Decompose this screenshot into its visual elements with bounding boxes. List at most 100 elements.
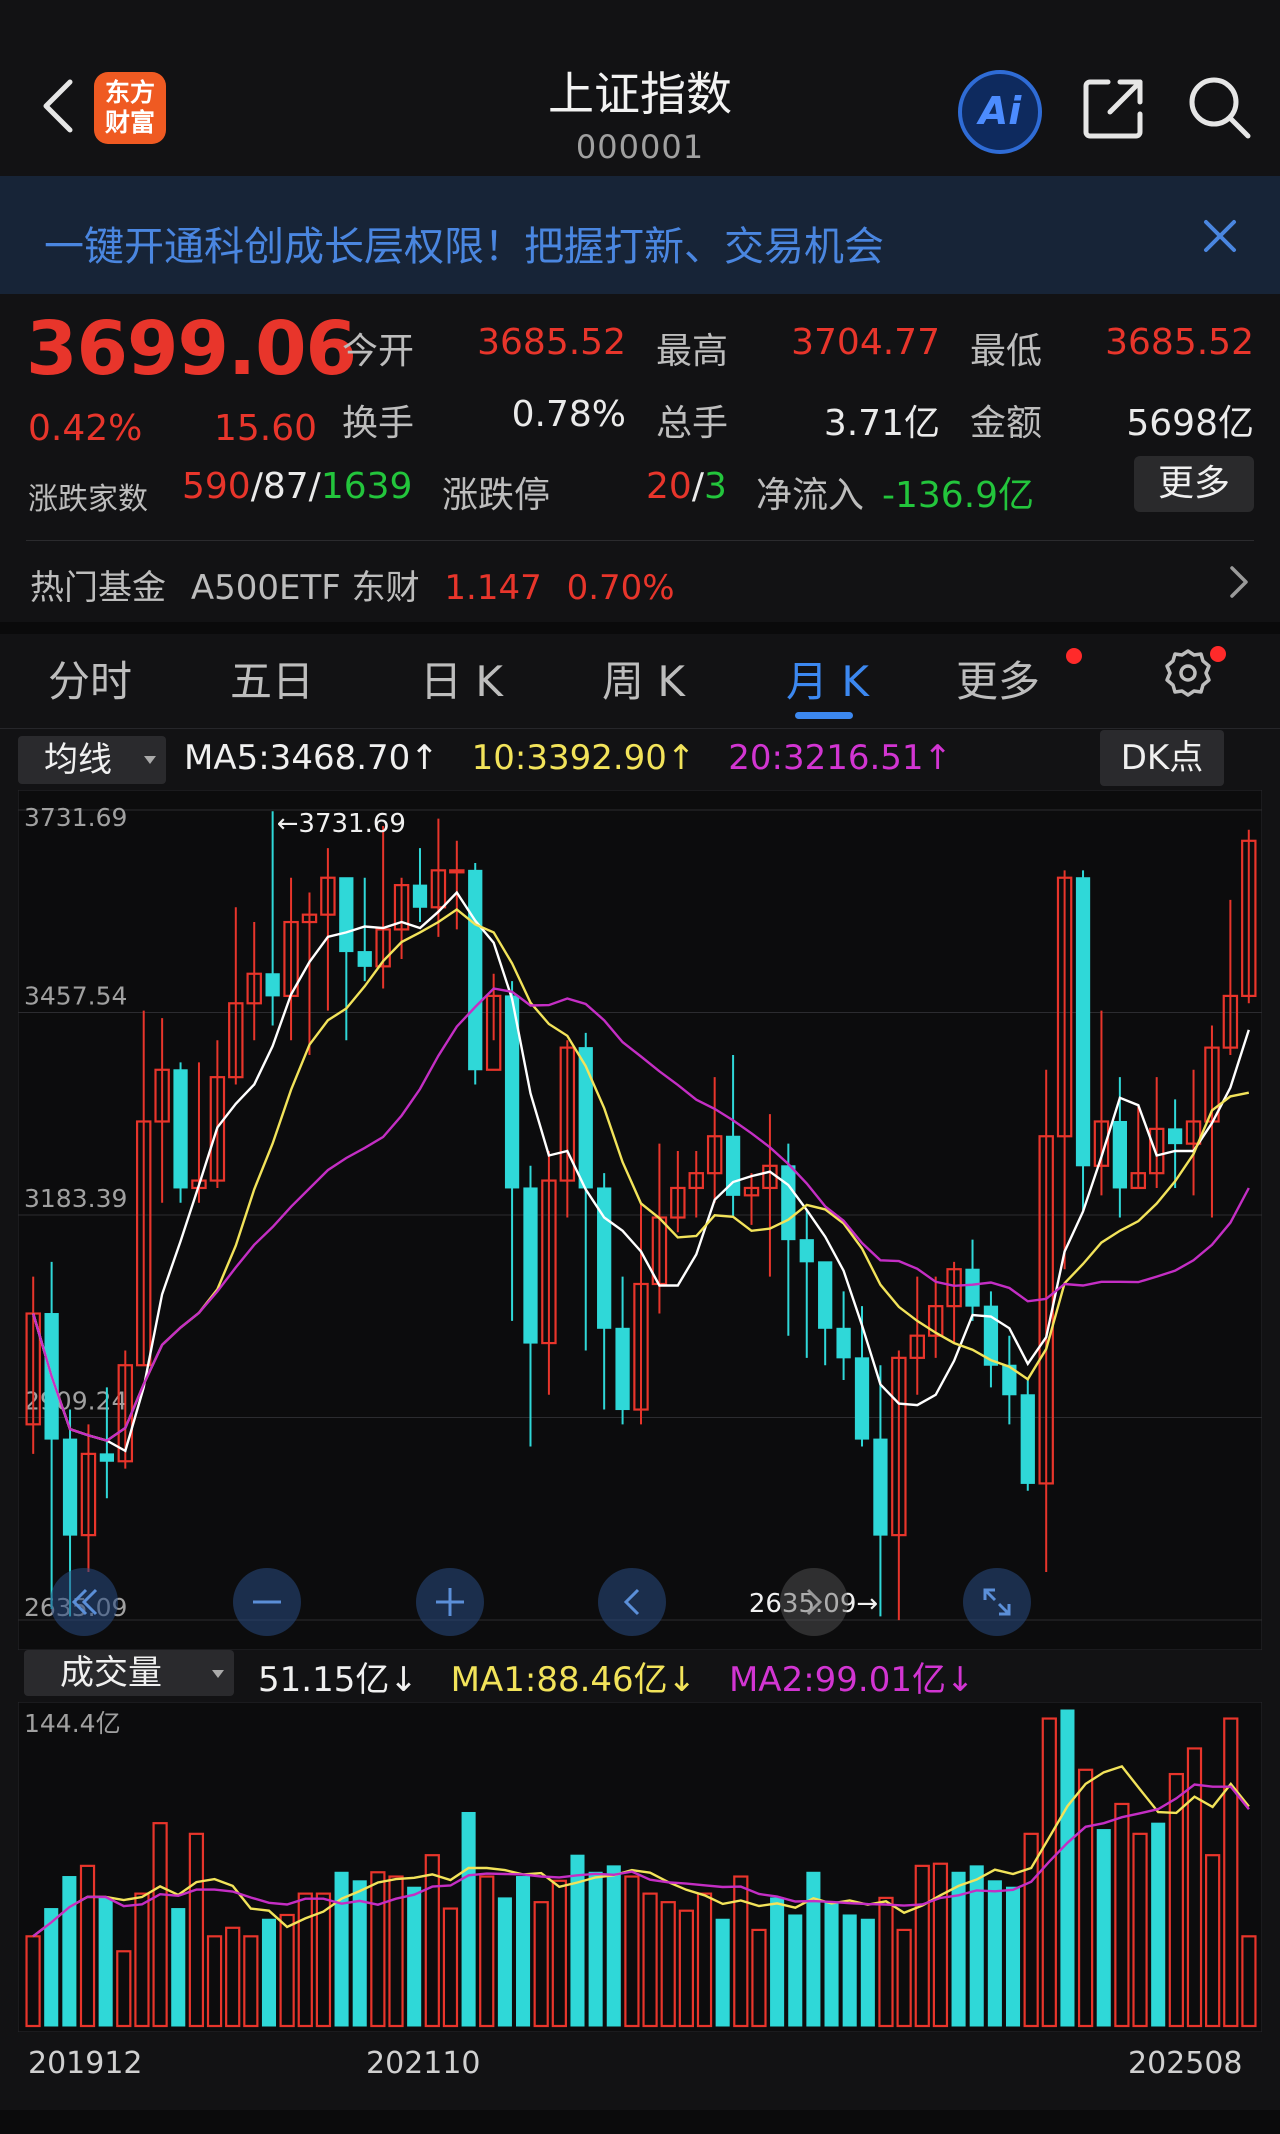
amount-label: 金额	[970, 403, 1043, 444]
high-value: 3704.77	[791, 322, 940, 363]
tab-more[interactable]: 更多	[956, 648, 1040, 709]
volume-label: 总手	[656, 403, 729, 444]
adv-dec-label: 涨跌家数	[28, 482, 148, 517]
bottom-bar	[0, 2110, 1280, 2134]
decline-count: 1639	[320, 466, 413, 507]
max-price-label: ←3731.69	[277, 809, 406, 839]
tab-weekly-k[interactable]: 周 K	[602, 648, 685, 709]
ma20-value: 20:3216.51↑	[728, 738, 953, 778]
tab-daily-k[interactable]: 日 K	[420, 648, 503, 709]
zoom-out-button[interactable]	[233, 1568, 301, 1636]
hot-fund-pct: 0.70%	[566, 568, 675, 608]
candle-body	[449, 869, 465, 874]
app-logo[interactable]: 东方 财富	[94, 72, 166, 144]
tab-monthly-k[interactable]: 月 K	[786, 648, 869, 709]
limit-label: 涨跌停	[442, 475, 551, 516]
volume-current: 51.15亿↓	[258, 1660, 418, 1700]
ma10-value: 10:3392.90↑	[471, 738, 696, 778]
candlestick-chart[interactable]: 3731.693457.543183.392909.242635.09←3731…	[18, 790, 1262, 1650]
ai-icon[interactable]: Ai	[958, 70, 1042, 154]
volume-max-label: 144.4亿	[24, 1709, 121, 1738]
volume-bar	[1096, 1829, 1111, 2027]
volume-bar	[788, 1914, 803, 2027]
candle-body	[265, 973, 280, 997]
notification-dot	[1210, 646, 1226, 662]
y-axis-tick-label: 3457.54	[24, 982, 127, 1011]
candle-body	[62, 1438, 78, 1536]
separator: /	[308, 466, 321, 507]
chevron-down-icon	[144, 756, 156, 764]
flat-count: 87	[262, 466, 309, 507]
candle-body	[99, 1453, 115, 1462]
candle-body	[173, 1069, 188, 1189]
scroll-right-button[interactable]	[780, 1568, 848, 1636]
promo-banner-text[interactable]: 一键开通科创成长层权限！把握打新、交易机会	[44, 214, 884, 272]
more-button[interactable]: 更多	[1134, 456, 1254, 512]
candle-body	[1112, 1120, 1127, 1189]
volume-bar	[842, 1914, 857, 2027]
candle-body	[339, 877, 354, 953]
volume-bar	[987, 1880, 1002, 2027]
amount-value: 5698亿	[1126, 403, 1254, 444]
candle-body	[818, 1261, 833, 1329]
dk-point-button[interactable]: DK点	[1100, 730, 1224, 786]
fullscreen-button[interactable]	[963, 1568, 1031, 1636]
candle-body	[468, 869, 483, 1071]
candle-body	[412, 884, 428, 908]
limit-down-count: 3	[703, 466, 727, 507]
limit-counts: 20/3	[646, 466, 727, 507]
scroll-left-end-button[interactable]	[50, 1568, 118, 1636]
active-tab-indicator	[795, 712, 853, 719]
hot-fund-label: 热门基金	[30, 568, 166, 608]
tab-intraday[interactable]: 分时	[48, 648, 132, 709]
hot-fund-row[interactable]: 热门基金 A500ETF 东财 1.147 0.70%	[30, 560, 675, 609]
chevron-right-icon	[806, 1588, 823, 1616]
candle-body	[1075, 877, 1091, 1167]
section-separator	[0, 622, 1280, 634]
volume-background	[18, 1702, 1262, 2032]
volume-bar	[171, 1908, 186, 2027]
candle-body	[965, 1268, 980, 1307]
indicator-select[interactable]: 均线	[18, 736, 166, 784]
volume-ma2: MA2:99.01亿↓	[728, 1660, 975, 1700]
volume-bar	[62, 1876, 77, 2027]
volume-select-label: 成交量	[60, 1653, 162, 1693]
open-value: 3685.52	[477, 322, 626, 363]
advance-count: 590	[182, 466, 251, 507]
volume-value: 3.71亿	[823, 403, 940, 444]
x-axis-label-start: 201912	[28, 2046, 143, 2081]
volume-bar	[1005, 1886, 1021, 2027]
share-icon[interactable]	[1082, 76, 1146, 140]
chevron-right-icon[interactable]	[1224, 562, 1254, 602]
volume-indicator-select[interactable]: 成交量	[24, 1650, 234, 1696]
volume-bar	[516, 1876, 531, 2027]
search-icon[interactable]	[1186, 74, 1252, 140]
volume-values: 51.15亿↓ MA1:88.46亿↓ MA2:99.01亿↓	[258, 1652, 974, 1701]
tab-five-day[interactable]: 五日	[230, 648, 314, 709]
candle-body	[836, 1327, 851, 1359]
separator: /	[250, 466, 263, 507]
volume-chart[interactable]: 144.4亿	[18, 1702, 1262, 2032]
volume-bar	[1060, 1709, 1075, 2027]
candle-body	[615, 1327, 630, 1411]
volume-bar	[461, 1811, 476, 2027]
back-arrow-icon[interactable]	[40, 78, 76, 134]
hot-fund-price: 1.147	[444, 568, 542, 608]
close-icon[interactable]	[1200, 216, 1240, 256]
volume-bar	[1151, 1822, 1166, 2027]
y-axis-tick-label: 3183.39	[24, 1184, 127, 1213]
minus-icon	[253, 1600, 281, 1604]
volume-bar	[261, 1918, 277, 2027]
adv-dec-counts: 590/87/1639	[182, 466, 412, 507]
volume-ma1: MA1:88.46亿↓	[450, 1660, 697, 1700]
candle-body	[1167, 1128, 1183, 1145]
volume-bar	[860, 1918, 875, 2027]
zoom-in-button[interactable]	[416, 1568, 484, 1636]
high-label: 最高	[656, 331, 729, 372]
turnover-label: 换手	[342, 403, 415, 444]
netflow-label: 净流入	[756, 475, 865, 516]
gear-icon[interactable]	[1163, 648, 1213, 698]
double-chevron-left-icon	[71, 1588, 98, 1616]
netflow-value: -136.9亿	[882, 475, 1035, 516]
scroll-left-button[interactable]	[598, 1568, 666, 1636]
